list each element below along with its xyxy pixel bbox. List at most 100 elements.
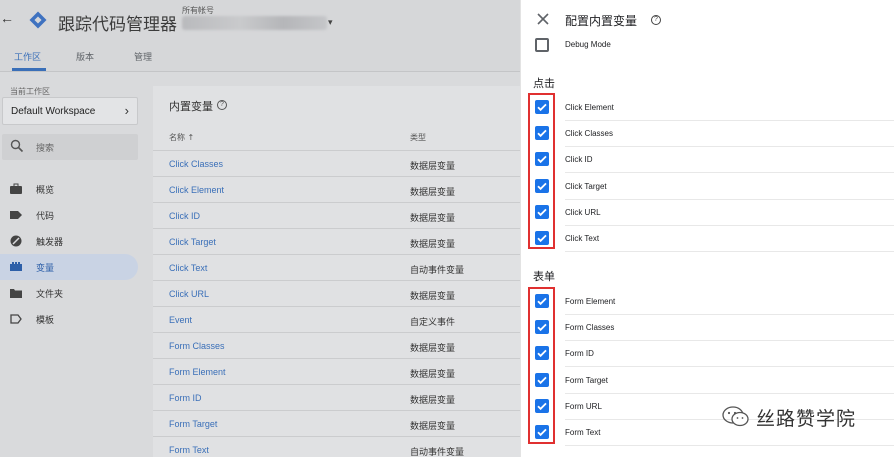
table-row[interactable]: Click Classes 数据层变量 xyxy=(153,150,523,176)
active-tab-indicator xyxy=(12,68,46,71)
variable-name-link[interactable]: Form Text xyxy=(169,445,209,455)
variable-type: 数据层变量 xyxy=(410,370,456,380)
tag-icon xyxy=(10,211,22,219)
trigger-icon xyxy=(10,235,22,247)
column-header-name[interactable]: 名称 ↑ xyxy=(169,132,194,143)
wechat-icon xyxy=(722,406,749,427)
builtin-variables-card: 内置变量 ? 名称 ↑ 类型 Click Classes 数据层变量 Click E… xyxy=(153,86,523,457)
table-row[interactable]: Event 自定义事件 xyxy=(153,306,523,332)
variable-name-link[interactable]: Form Classes xyxy=(169,341,225,351)
item-label: Click Target xyxy=(565,181,607,191)
table-row[interactable]: Form ID 数据层变量 xyxy=(153,384,523,410)
item-label: Click URL xyxy=(565,207,601,217)
sidebar-item-label: 模板 xyxy=(36,316,55,326)
workspace-selector[interactable]: Default Workspace › xyxy=(2,97,138,125)
variable-type: 数据层变量 xyxy=(410,240,456,250)
tab-versions[interactable]: 版本 xyxy=(76,50,94,63)
divider xyxy=(565,445,894,446)
variable-name-link[interactable]: Event xyxy=(169,315,192,325)
workspace-label: 当前工作区 xyxy=(10,87,50,96)
item-label-debug-mode: Debug Mode xyxy=(565,40,611,49)
search-placeholder: 搜索 xyxy=(36,144,55,154)
back-arrow-icon[interactable]: ← xyxy=(0,10,14,26)
variable-name-link[interactable]: Form Target xyxy=(169,419,217,429)
sidebar-item-overview[interactable]: 概览 xyxy=(0,176,138,202)
divider xyxy=(565,120,894,121)
checkbox-debug-mode[interactable] xyxy=(535,38,549,52)
table-row[interactable]: Form Element 数据层变量 xyxy=(153,358,523,384)
variable-name-link[interactable]: Click Target xyxy=(169,237,216,247)
item-label: Form Element xyxy=(565,297,616,306)
sidebar-search[interactable]: 搜索 xyxy=(2,134,138,160)
account-label: 所有帐号 xyxy=(182,6,214,15)
variable-type: 数据层变量 xyxy=(410,292,456,302)
chevron-right-icon: › xyxy=(124,103,129,118)
sidebar-item-label: 文件夹 xyxy=(36,290,64,300)
gtm-logo-icon xyxy=(29,11,47,29)
item-label: Click Element xyxy=(565,103,614,112)
sidebar-item-folders[interactable]: 文件夹 xyxy=(0,280,138,306)
section-heading-form: 表单 xyxy=(533,270,555,283)
variable-type: 数据层变量 xyxy=(410,162,456,172)
sidebar-item-triggers[interactable]: 触发器 xyxy=(0,228,138,254)
table-row[interactable]: Form Text 自动事件变量 xyxy=(153,436,523,457)
sidebar-item-label: 触发器 xyxy=(36,238,64,248)
variable-type: 自动事件变量 xyxy=(410,266,465,276)
highlight-box-click xyxy=(528,93,555,249)
sidebar-item-tags[interactable]: 代码 xyxy=(0,202,138,228)
divider xyxy=(565,172,894,174)
item-label: Form URL xyxy=(565,401,602,411)
variable-name-link[interactable]: Click Text xyxy=(169,263,207,273)
variable-type: 数据层变量 xyxy=(410,396,456,406)
account-dropdown-icon[interactable]: ▾ xyxy=(328,17,333,28)
divider xyxy=(565,392,894,394)
configure-builtin-variables-panel: 配置内置变量 ? Debug Mode 点击 表单 Click Element C… xyxy=(520,0,894,457)
watermark: 丝路赞学院 xyxy=(722,402,872,434)
variable-type: 数据层变量 xyxy=(410,214,456,224)
close-icon[interactable] xyxy=(536,12,550,26)
table-row[interactable]: Click Element 数据层变量 xyxy=(153,176,523,202)
variable-type: 自定义事件 xyxy=(410,318,456,328)
item-label: Click Text xyxy=(565,234,600,243)
table-row[interactable]: Click Text 自动事件变量 xyxy=(153,254,523,280)
item-label: Form Target xyxy=(565,375,608,385)
workspace-name: Default Workspace xyxy=(11,106,96,117)
divider xyxy=(565,224,894,226)
table-row[interactable]: Click URL 数据层变量 xyxy=(153,280,523,306)
divider xyxy=(565,366,894,368)
variable-type: 数据层变量 xyxy=(410,344,456,354)
divider xyxy=(565,198,894,200)
template-icon xyxy=(10,314,22,324)
variable-name-link[interactable]: Click Element xyxy=(169,185,224,195)
main-tabs: 工作区 版本 管理 xyxy=(0,40,520,72)
variable-name-link[interactable]: Click Classes xyxy=(169,159,223,169)
sidebar-item-templates[interactable]: 模板 xyxy=(0,306,138,332)
item-label: Click Classes xyxy=(565,129,614,139)
table-row[interactable]: Click ID 数据层变量 xyxy=(153,202,523,228)
card-title: 内置变量 xyxy=(169,100,213,113)
variable-type: 自动事件变量 xyxy=(410,448,465,457)
help-icon[interactable]: ? xyxy=(651,15,661,25)
variable-name-link[interactable]: Form Element xyxy=(169,367,226,377)
sidebar-item-variables[interactable]: 变量 xyxy=(0,254,138,280)
app-title: 跟踪代码管理器 xyxy=(58,15,177,35)
table-row[interactable]: Click Target 数据层变量 xyxy=(153,228,523,254)
item-label: Form Classes xyxy=(565,323,615,333)
panel-title: 配置内置变量 xyxy=(565,14,638,28)
sidebar-item-label: 变量 xyxy=(36,264,55,274)
table-row[interactable]: Form Classes 数据层变量 xyxy=(153,332,523,358)
table-row[interactable]: Form Target 数据层变量 xyxy=(153,410,523,436)
variables-icon xyxy=(10,262,22,271)
sidebar-item-label: 代码 xyxy=(36,212,55,222)
variable-name-link[interactable]: Click URL xyxy=(169,289,209,299)
help-icon[interactable]: ? xyxy=(217,100,227,110)
tab-workspace[interactable]: 工作区 xyxy=(14,50,41,63)
variable-name-link[interactable]: Click ID xyxy=(169,211,200,221)
account-name-blurred[interactable] xyxy=(182,16,327,30)
variable-name-link[interactable]: Form ID xyxy=(169,393,202,403)
briefcase-icon xyxy=(10,183,22,194)
tab-admin[interactable]: 管理 xyxy=(134,50,152,63)
column-header-type: 类型 xyxy=(410,133,426,142)
section-heading-click: 点击 xyxy=(533,77,555,90)
highlight-box-form xyxy=(528,287,555,444)
